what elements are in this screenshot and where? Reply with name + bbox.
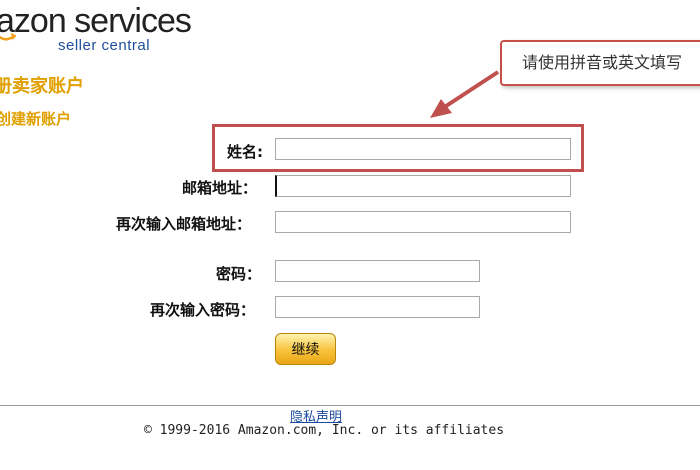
amazon-smile-icon [0, 33, 16, 41]
email-input[interactable] [275, 175, 571, 197]
password-input[interactable] [275, 260, 480, 282]
name-label: 姓名: [227, 143, 263, 161]
page-title: 册卖家账户 [0, 76, 84, 97]
name-input[interactable] [275, 138, 571, 160]
email-label: 邮箱地址： [182, 179, 258, 197]
copyright-text: © 1999-2016 Amazon.com, Inc. or its affi… [144, 423, 505, 438]
email-confirm-input[interactable] [275, 211, 571, 233]
continue-button[interactable]: 继续 [275, 333, 336, 365]
email-confirm-label: 再次输入邮箱地址： [116, 215, 252, 233]
password-confirm-input[interactable] [275, 296, 480, 318]
footer-divider [0, 405, 700, 406]
page-subtitle: 创建新账户 [0, 110, 72, 128]
logo-wordmark: azon services [0, 2, 192, 40]
instruction-callout: 请使用拼音或英文填写 [500, 40, 700, 86]
password-label: 密码： [216, 265, 262, 283]
logo-subtitle: seller central [58, 37, 151, 54]
password-confirm-label: 再次输入密码： [150, 301, 256, 319]
